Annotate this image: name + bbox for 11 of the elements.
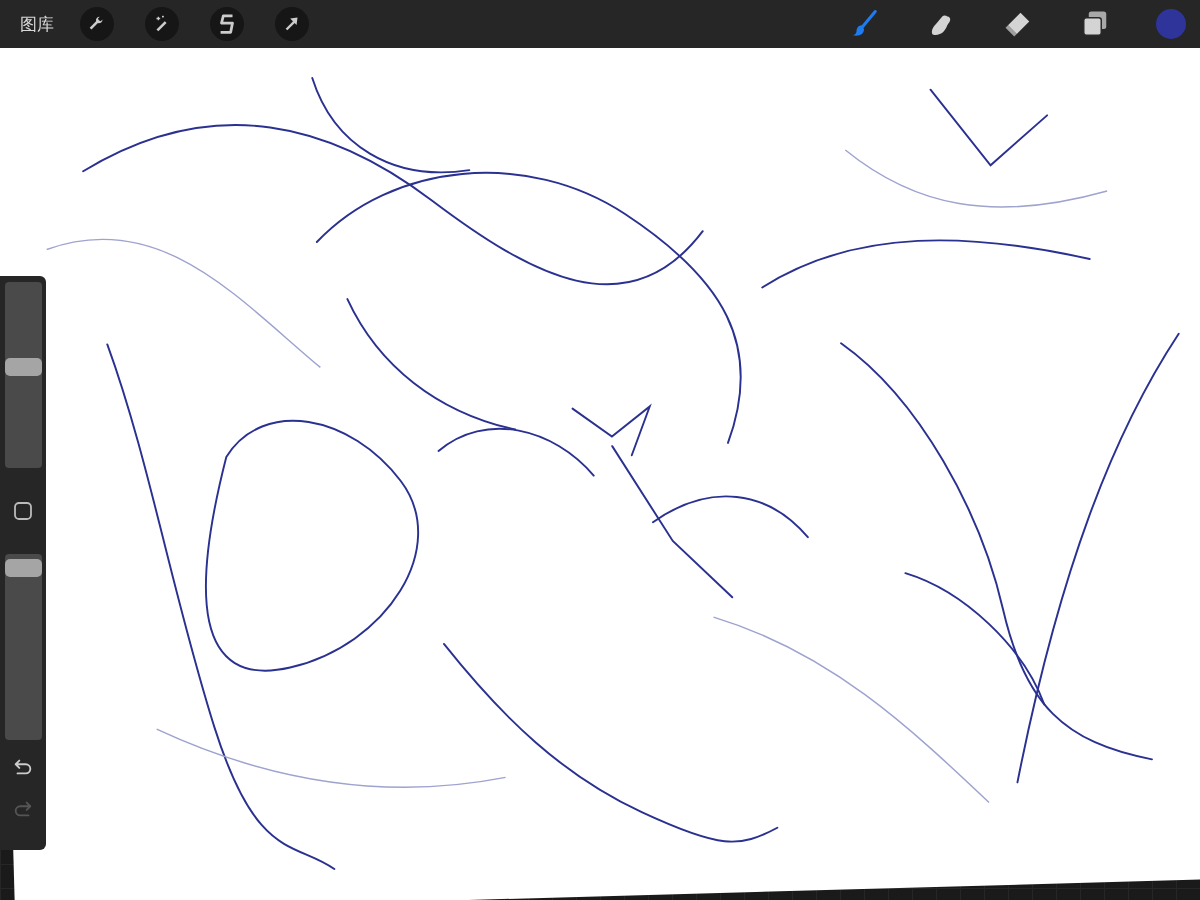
toolbar-button[interactable] [275, 7, 309, 41]
slider-thumb[interactable] [4, 559, 42, 578]
toolbar-button[interactable] [210, 7, 244, 41]
color-swatch[interactable] [1156, 9, 1186, 39]
gallery-button[interactable]: 图库 [16, 8, 58, 40]
square-icon [13, 501, 33, 521]
brush-size-slider[interactable] [4, 282, 42, 468]
slider-thumb[interactable] [4, 357, 42, 376]
opacity-slider[interactable] [4, 554, 42, 740]
toolbar-button[interactable] [80, 7, 114, 41]
toolbar-button[interactable] [145, 7, 179, 41]
